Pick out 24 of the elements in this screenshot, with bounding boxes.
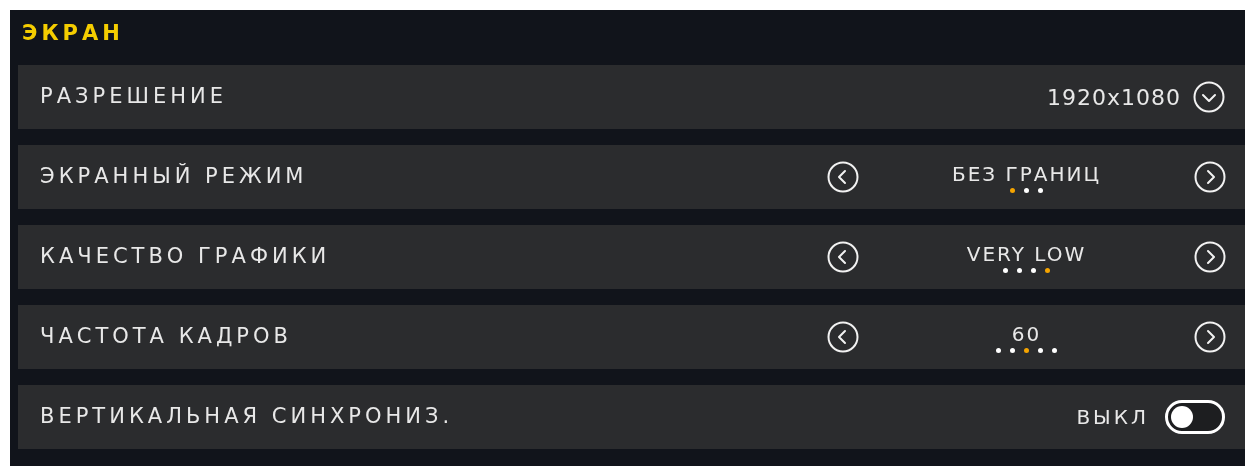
previous-icon[interactable] <box>827 241 859 273</box>
previous-icon[interactable] <box>827 321 859 353</box>
resolution-value: 1920x1080 <box>1047 83 1181 112</box>
setting-row[interactable]: КАЧЕСТВО ГРАФИКИ VERY LOW <box>18 225 1245 289</box>
setting-label: ЭКРАННЫЙ РЕЖИМ <box>40 162 308 191</box>
setting-row[interactable]: РАЗРЕШЕНИЕ 1920x1080 <box>18 65 1245 129</box>
setting-value: VERY LOW <box>966 241 1087 266</box>
next-icon[interactable] <box>1194 241 1226 273</box>
section-title: ЭКРАН <box>21 20 125 46</box>
setting-label: ВЕРТИКАЛЬНАЯ СИНХРОНИЗ. <box>40 403 454 431</box>
dropdown-icon[interactable] <box>1193 81 1225 113</box>
next-icon[interactable] <box>1194 161 1226 193</box>
previous-icon[interactable] <box>827 161 859 193</box>
toggle-state: ВЫКЛ <box>1076 404 1149 431</box>
setting-value: 60 <box>1011 321 1042 346</box>
setting-value: БЕЗ ГРАНИЦ <box>952 161 1101 186</box>
setting-label: КАЧЕСТВО ГРАФИКИ <box>40 243 331 271</box>
toggle-switch[interactable] <box>1165 400 1225 434</box>
setting-label: РАЗРЕШЕНИЕ <box>40 83 227 111</box>
setting-row[interactable]: ЭКРАННЫЙ РЕЖИМ БЕЗ ГРАНИЦ <box>18 145 1245 209</box>
setting-label: ЧАСТОТА КАДРОВ <box>40 323 292 351</box>
setting-row[interactable]: ЧАСТОТА КАДРОВ 60 <box>18 305 1245 369</box>
setting-row[interactable]: ВЕРТИКАЛЬНАЯ СИНХРОНИЗ. ВЫКЛ <box>18 385 1245 449</box>
next-icon[interactable] <box>1194 321 1226 353</box>
